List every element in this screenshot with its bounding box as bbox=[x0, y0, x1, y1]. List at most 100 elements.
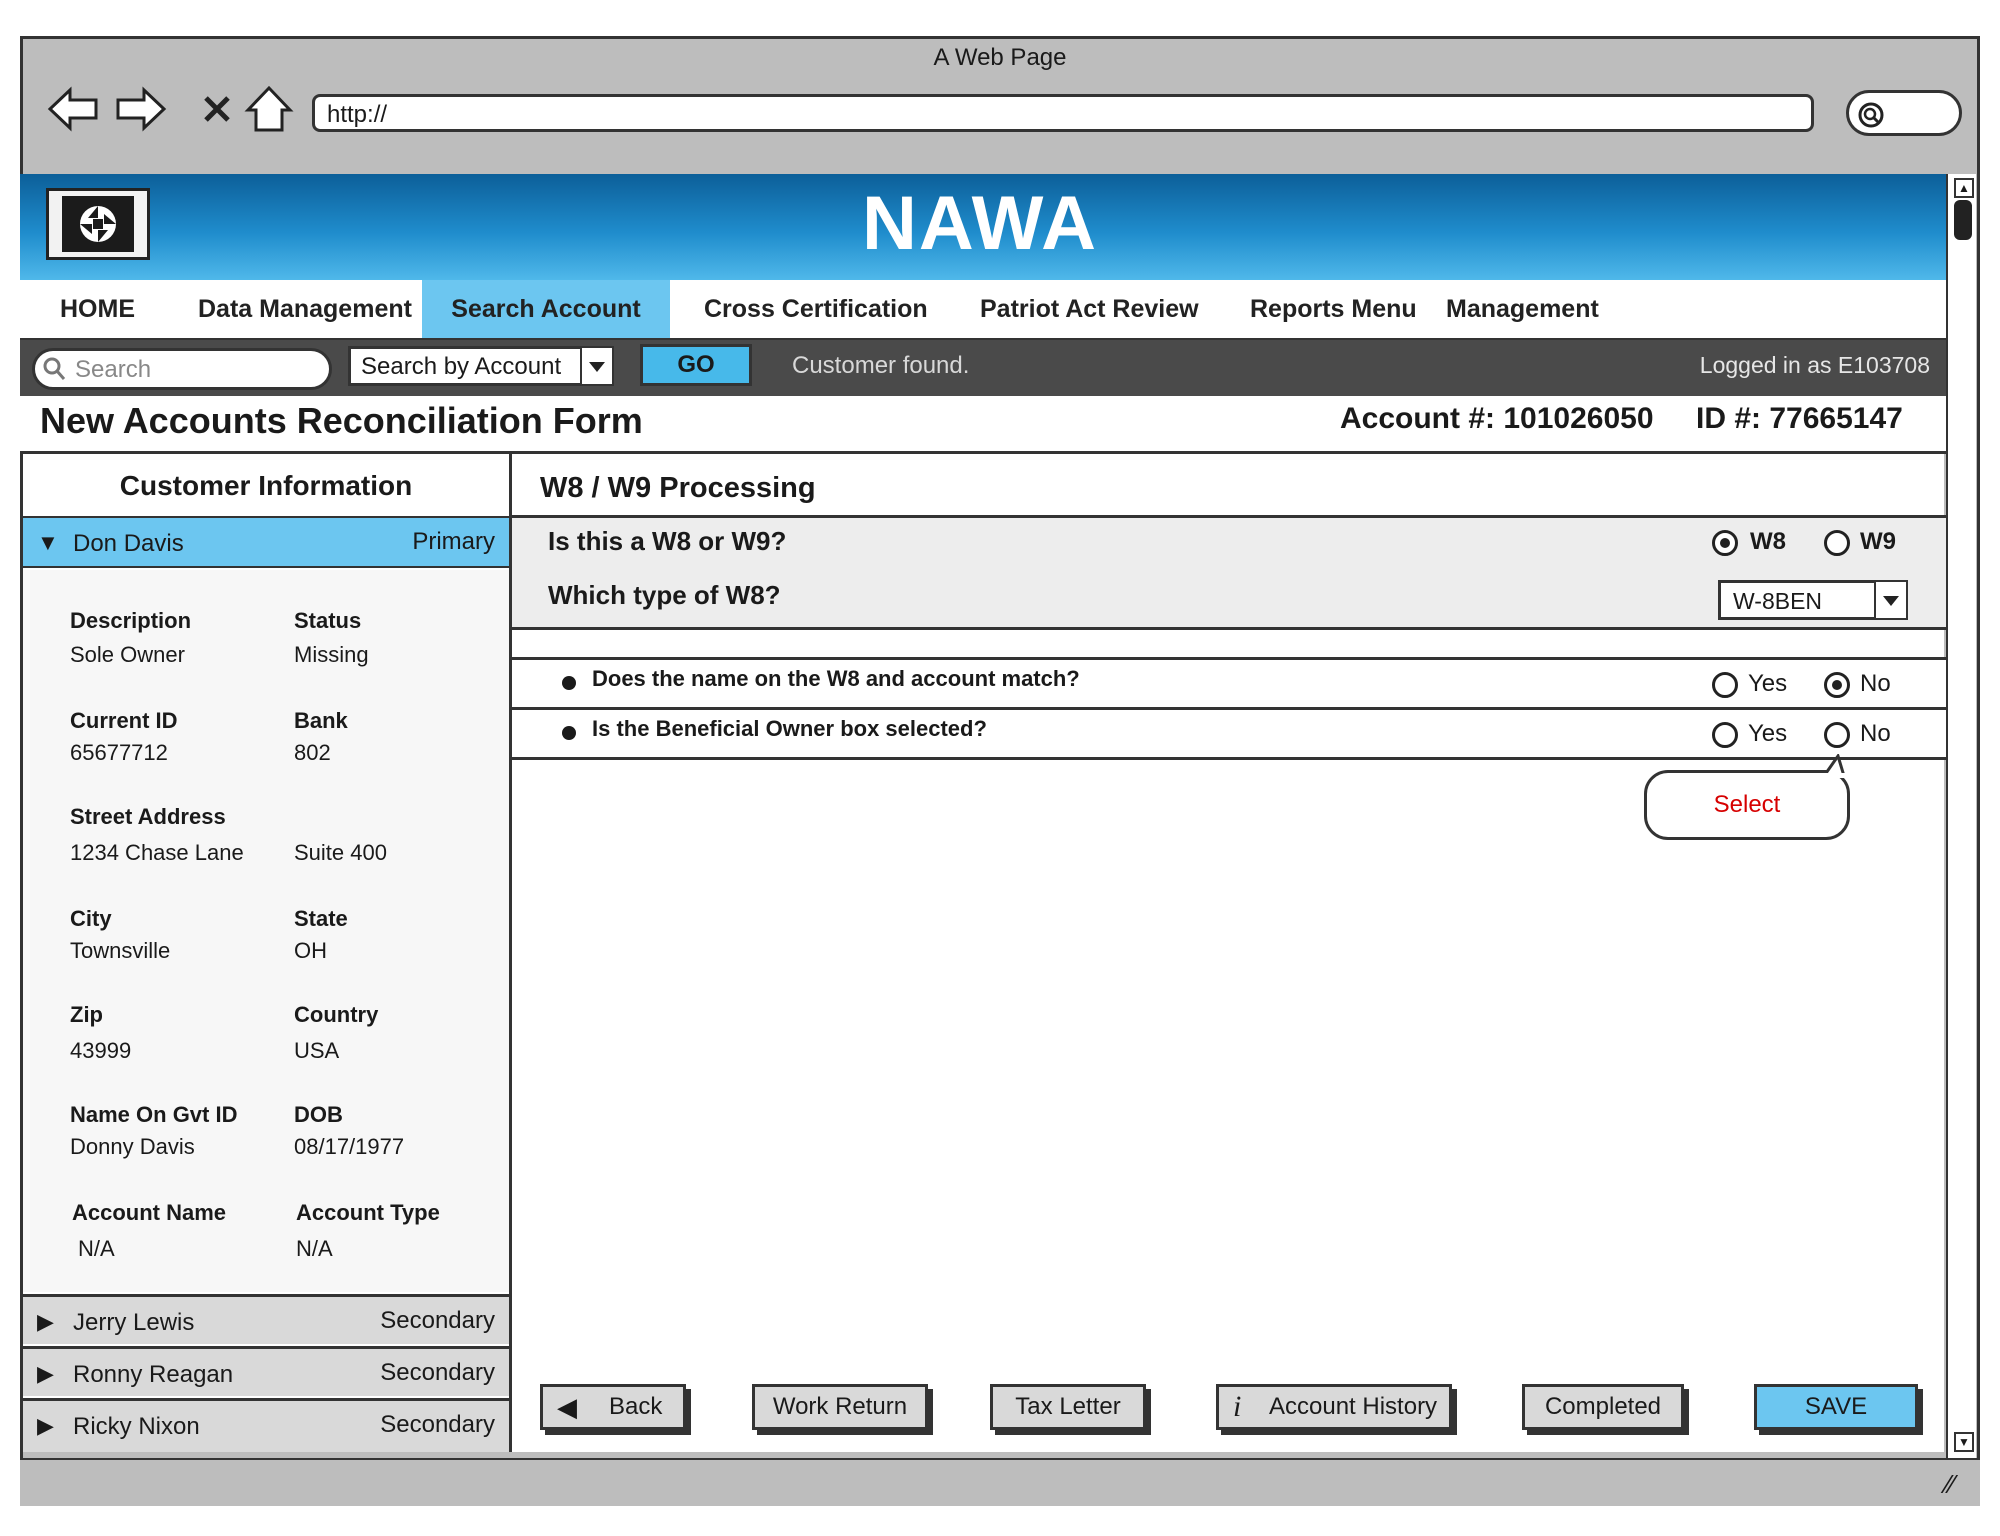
field-value: Sole Owner bbox=[70, 642, 185, 667]
no-label: No bbox=[1860, 720, 1891, 747]
status-message: Customer found. bbox=[792, 352, 970, 379]
field-value: 65677712 bbox=[70, 740, 168, 765]
tooltip-pointer-icon bbox=[1822, 752, 1848, 779]
field-value: Missing bbox=[294, 642, 369, 667]
menu-cross-certification[interactable]: Cross Certification bbox=[700, 280, 932, 338]
field-label: Status bbox=[294, 608, 362, 633]
field-value: N/A bbox=[78, 1236, 115, 1261]
back-button[interactable]: ◀ Back bbox=[540, 1384, 686, 1430]
search-input[interactable]: Search bbox=[32, 348, 332, 390]
check-question: Does the name on the W8 and account matc… bbox=[592, 666, 1080, 691]
check-question: Is the Beneficial Owner box selected? bbox=[592, 716, 987, 741]
field-value: N/A bbox=[296, 1236, 333, 1261]
brand-title: NAWA bbox=[862, 181, 1098, 266]
field-value: 1234 Chase Lane bbox=[70, 840, 244, 865]
id-number: ID #: 77665147 bbox=[1696, 402, 1903, 435]
scrollbar-thumb[interactable] bbox=[1954, 200, 1972, 240]
browser-statusbar bbox=[20, 1458, 1980, 1506]
field-label: Zip bbox=[70, 1002, 103, 1027]
field-label: State bbox=[294, 906, 348, 931]
customer-name: Ronny Reagan bbox=[73, 1361, 234, 1388]
select-tooltip: Select bbox=[1644, 770, 1850, 840]
field-value: 08/17/1977 bbox=[294, 1134, 405, 1159]
w9-radio[interactable] bbox=[1824, 530, 1850, 556]
field-value: USA bbox=[294, 1038, 340, 1063]
back-arrow-icon[interactable] bbox=[46, 84, 100, 134]
resize-grip-icon[interactable]: ⁄⁄ bbox=[1946, 1470, 1974, 1498]
customer-role: Primary bbox=[412, 528, 495, 555]
work-return-button[interactable]: Work Return bbox=[752, 1384, 928, 1430]
vertical-scrollbar[interactable] bbox=[1946, 174, 1976, 1458]
menu-reports[interactable]: Reports Menu bbox=[1246, 280, 1421, 338]
account-number: Account #: 101026050 bbox=[1340, 402, 1654, 435]
field-value: Suite 400 bbox=[294, 840, 387, 865]
field-value: 802 bbox=[294, 740, 331, 765]
customer-name: Jerry Lewis bbox=[73, 1309, 195, 1336]
yes-label: Yes bbox=[1748, 720, 1788, 747]
customer-name: Don Davis bbox=[73, 530, 184, 557]
address-bar[interactable]: http:// bbox=[312, 94, 1814, 132]
field-label: City bbox=[70, 906, 112, 931]
question-w8-type: Which type of W8? bbox=[548, 580, 781, 610]
scroll-down-icon[interactable]: ▼ bbox=[1954, 1432, 1974, 1452]
section-heading: W8 / W9 Processing bbox=[512, 454, 1946, 518]
magnifier-icon bbox=[1858, 102, 1884, 128]
triangle-right-icon: ▶ bbox=[37, 1309, 54, 1334]
w8-radio[interactable] bbox=[1712, 530, 1738, 556]
tax-letter-button[interactable]: Tax Letter bbox=[990, 1384, 1146, 1430]
info-icon: i bbox=[1233, 1390, 1242, 1423]
bullet-icon bbox=[562, 726, 576, 740]
customer-role: Secondary bbox=[380, 1307, 495, 1334]
customer-row-secondary[interactable]: ▶ Ricky Nixon Secondary bbox=[23, 1398, 509, 1452]
go-button[interactable]: GO bbox=[640, 344, 752, 386]
field-label: Street Address bbox=[70, 804, 226, 829]
name-match-yes-radio[interactable] bbox=[1712, 672, 1738, 698]
yes-label: Yes bbox=[1748, 670, 1788, 697]
name-match-no-radio[interactable] bbox=[1824, 672, 1850, 698]
menu-patriot-act-review[interactable]: Patriot Act Review bbox=[976, 280, 1203, 338]
field-label: Account Name bbox=[72, 1200, 227, 1225]
field-label: Bank bbox=[294, 708, 348, 733]
customer-row-primary[interactable]: ▼ Don Davis Primary bbox=[23, 518, 509, 568]
beneficial-owner-no-radio[interactable] bbox=[1824, 722, 1850, 748]
scroll-up-icon[interactable]: ▲ bbox=[1954, 178, 1974, 198]
completed-button[interactable]: Completed bbox=[1522, 1384, 1684, 1430]
search-by-select[interactable]: Search by Account bbox=[348, 346, 614, 386]
field-value: Townsville bbox=[70, 938, 171, 963]
chevron-down-icon[interactable] bbox=[1874, 582, 1906, 618]
account-history-button[interactable]: i Account History bbox=[1216, 1384, 1452, 1430]
w9-radio-label: W9 bbox=[1860, 528, 1896, 555]
no-label: No bbox=[1860, 670, 1891, 697]
triangle-down-icon: ▼ bbox=[37, 530, 59, 555]
chevron-down-icon[interactable] bbox=[580, 348, 612, 384]
browser-search-field[interactable] bbox=[1846, 90, 1962, 136]
triangle-right-icon: ▶ bbox=[37, 1413, 54, 1438]
bullet-icon bbox=[562, 676, 576, 690]
forward-arrow-icon[interactable] bbox=[114, 84, 168, 134]
search-icon bbox=[42, 356, 66, 382]
field-label: Description bbox=[70, 608, 192, 633]
back-button-label: Back bbox=[609, 1393, 663, 1420]
stop-icon[interactable] bbox=[190, 84, 244, 134]
field-label: DOB bbox=[294, 1102, 343, 1127]
save-button[interactable]: SAVE bbox=[1754, 1384, 1918, 1430]
account-history-label: Account History bbox=[1269, 1393, 1438, 1420]
menu-home[interactable]: HOME bbox=[56, 280, 139, 338]
divider bbox=[512, 630, 1946, 660]
logged-in-user: Logged in as E103708 bbox=[1699, 352, 1930, 378]
customer-role: Secondary bbox=[380, 1411, 495, 1438]
beneficial-owner-yes-radio[interactable] bbox=[1712, 722, 1738, 748]
back-triangle-icon: ◀ bbox=[557, 1392, 577, 1422]
menu-data-management[interactable]: Data Management bbox=[194, 280, 416, 338]
customer-name: Ricky Nixon bbox=[73, 1413, 200, 1440]
customer-role: Secondary bbox=[380, 1359, 495, 1386]
window-title: A Web Page bbox=[933, 44, 1067, 71]
menu-management[interactable]: Management bbox=[1442, 280, 1603, 338]
menu-search-account[interactable]: Search Account bbox=[422, 280, 670, 338]
field-label: Name On Gvt ID bbox=[70, 1102, 238, 1127]
field-value: OH bbox=[294, 938, 327, 963]
question-form-type: Is this a W8 or W9? bbox=[548, 526, 787, 556]
customer-row-secondary[interactable]: ▶ Jerry Lewis Secondary bbox=[23, 1294, 509, 1344]
customer-row-secondary[interactable]: ▶ Ronny Reagan Secondary bbox=[23, 1346, 509, 1396]
home-icon[interactable] bbox=[242, 84, 296, 134]
